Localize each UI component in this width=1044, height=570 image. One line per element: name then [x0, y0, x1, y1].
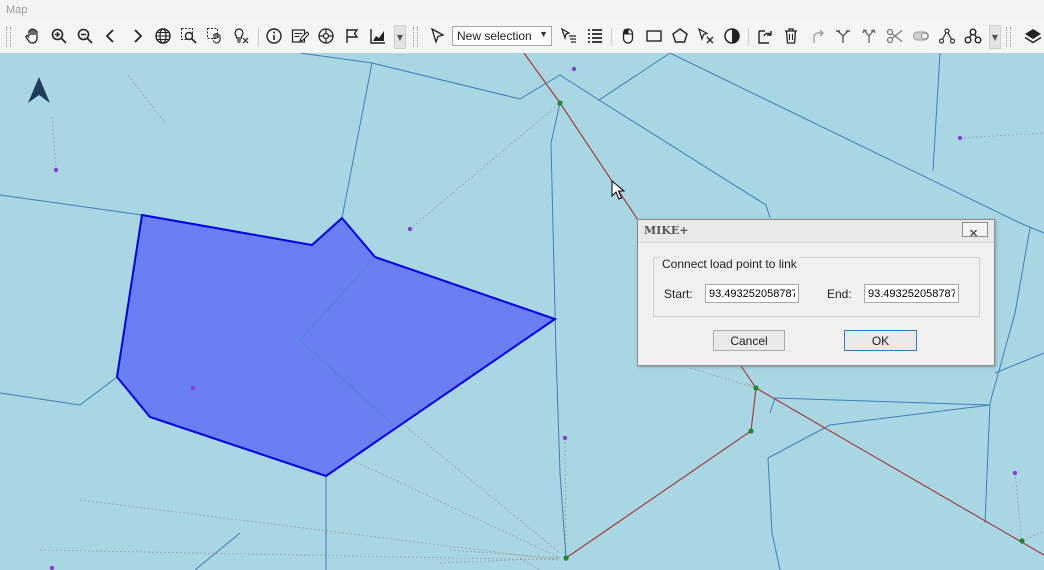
dialog-title: MIKE+ [644, 224, 689, 237]
merge-icon[interactable] [832, 25, 854, 47]
clear-highlight-icon[interactable] [230, 25, 252, 47]
start-label: Start: [664, 287, 693, 301]
delete-icon[interactable] [780, 25, 802, 47]
refresh-icon[interactable] [754, 25, 776, 47]
toggle-icon[interactable] [910, 25, 932, 47]
mouse-icon[interactable] [617, 25, 639, 47]
pan-hand-icon[interactable] [22, 25, 44, 47]
list-icon[interactable] [584, 25, 606, 47]
layers-icon[interactable] [1022, 25, 1044, 47]
close-button[interactable]: ✕ [962, 222, 988, 240]
zoom-in-icon[interactable] [48, 25, 70, 47]
invert-selection-icon[interactable] [721, 25, 743, 47]
selection-mode-value: New selection [457, 29, 532, 43]
polygon-select-icon[interactable] [669, 25, 691, 47]
window-title: Map [6, 4, 28, 16]
ok-button[interactable]: OK [844, 330, 917, 351]
zoom-out-icon[interactable] [74, 25, 96, 47]
toolbar-separator [748, 28, 749, 46]
cancel-button-label: Cancel [730, 333, 768, 348]
toolbar-overflow-button[interactable]: ▼ [989, 25, 1001, 49]
toolbar-separator [258, 28, 259, 46]
selection-mode-dropdown[interactable]: New selection ▼ [452, 26, 552, 46]
chevron-down-icon: ▼ [539, 29, 548, 39]
zoom-to-selection-icon[interactable] [178, 25, 200, 47]
toolbar-grip[interactable] [413, 27, 418, 47]
toolbar-separator [611, 28, 612, 46]
undo-icon[interactable] [806, 25, 828, 47]
north-arrow-icon [28, 77, 50, 103]
toolbar-grip[interactable] [1006, 27, 1011, 47]
connect-load-point-dialog: MIKE+ ✕ Connect load point to link Start… [637, 219, 995, 366]
select-by-attributes-icon[interactable] [558, 25, 580, 47]
close-icon: ✕ [969, 227, 979, 240]
toolbar-grip[interactable] [6, 27, 11, 47]
cut-icon[interactable] [884, 25, 906, 47]
split-icon[interactable] [858, 25, 880, 47]
flag-icon[interactable] [341, 25, 363, 47]
nodes-icon[interactable] [962, 25, 984, 47]
end-field[interactable] [864, 284, 959, 303]
dialog-title-bar[interactable]: MIKE+ ✕ [638, 220, 994, 243]
window-title-bar: Map [0, 0, 1044, 22]
end-label: End: [827, 287, 852, 301]
full-extent-globe-icon[interactable] [152, 25, 174, 47]
group-label: Connect load point to link [660, 257, 799, 271]
previous-extent-icon[interactable] [100, 25, 122, 47]
network-icon[interactable] [315, 25, 337, 47]
connect-nodes-icon[interactable] [936, 25, 958, 47]
chart-icon[interactable] [367, 25, 389, 47]
edit-attributes-icon[interactable] [289, 25, 311, 47]
start-field[interactable] [705, 284, 799, 303]
rectangle-select-icon[interactable] [643, 25, 665, 47]
mouse-cursor-icon [611, 180, 625, 200]
identify-info-icon[interactable] [263, 25, 285, 47]
select-pointer-icon[interactable] [427, 25, 449, 47]
clear-selection-icon[interactable] [695, 25, 717, 47]
toolbar-overflow-button[interactable]: ▼ [394, 25, 406, 49]
ok-button-label: OK [871, 333, 890, 348]
next-extent-icon[interactable] [126, 25, 148, 47]
selected-catchment [115, 213, 558, 478]
pan-to-selection-icon[interactable] [204, 25, 226, 47]
cancel-button[interactable]: Cancel [713, 330, 785, 351]
